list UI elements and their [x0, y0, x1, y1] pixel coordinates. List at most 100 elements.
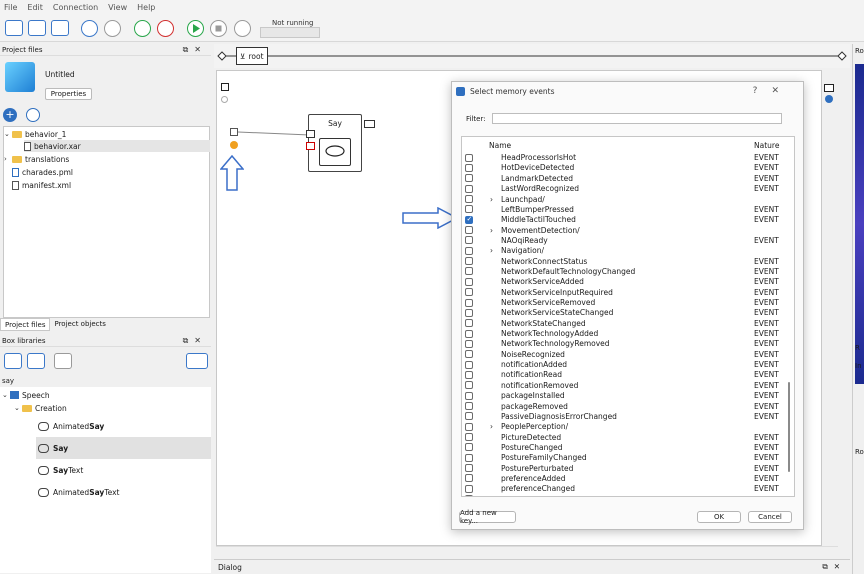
- chevron-right-icon[interactable]: ›: [490, 422, 493, 431]
- list-item[interactable]: packageRemoved EVENT: [462, 401, 794, 411]
- checkbox[interactable]: [465, 236, 473, 245]
- say-box-output-icon[interactable]: [364, 120, 375, 128]
- list-item[interactable]: PostureFamilyChanged EVENT: [462, 453, 794, 463]
- undo-icon[interactable]: [81, 20, 98, 37]
- checkbox[interactable]: [465, 277, 473, 286]
- list-scrollbar-thumb[interactable]: [788, 382, 790, 472]
- list-item[interactable]: NetworkTechnologyRemoved EVENT: [462, 339, 794, 349]
- tree-item-behavior-xar[interactable]: behavior.xar: [24, 140, 210, 152]
- tree-item-translations[interactable]: › translations: [4, 153, 69, 165]
- list-item[interactable]: LeftBumperPressed EVENT: [462, 204, 794, 214]
- checkbox[interactable]: [465, 339, 473, 348]
- checkbox-checked[interactable]: [465, 215, 473, 224]
- checkbox[interactable]: [465, 195, 473, 204]
- checkbox[interactable]: [465, 443, 473, 452]
- tab-project-objects[interactable]: Project objects: [50, 318, 109, 331]
- checkbox[interactable]: [465, 402, 473, 411]
- list-item[interactable]: notificationRemoved EVENT: [462, 380, 794, 390]
- list-item[interactable]: HotDeviceDetected EVENT: [462, 163, 794, 173]
- checkbox[interactable]: [465, 464, 473, 473]
- new-project-icon[interactable]: [5, 20, 23, 36]
- checkbox[interactable]: [465, 174, 473, 183]
- menu-file[interactable]: File: [4, 3, 17, 12]
- panel-float-close-icon[interactable]: ⧉✕: [183, 45, 211, 55]
- add-output-icon[interactable]: [825, 95, 833, 103]
- checkbox[interactable]: [465, 474, 473, 483]
- checkbox[interactable]: [465, 422, 473, 431]
- warning-icon[interactable]: [234, 20, 251, 37]
- list-item[interactable]: NetworkConnectStatus EVENT: [462, 256, 794, 266]
- vertical-scrollbar[interactable]: [842, 70, 850, 546]
- open-project-icon[interactable]: [28, 20, 46, 36]
- checkbox[interactable]: [465, 412, 473, 421]
- add-icon[interactable]: +: [3, 108, 17, 122]
- library-item-animated-say[interactable]: Animated Say: [38, 418, 104, 434]
- menu-help[interactable]: Help: [137, 3, 155, 12]
- ok-button[interactable]: OK: [697, 511, 741, 523]
- checkbox[interactable]: [465, 163, 473, 172]
- chevron-right-icon[interactable]: ›: [490, 246, 493, 255]
- checkbox[interactable]: [465, 350, 473, 359]
- library-item-say-text[interactable]: Say Text: [38, 462, 83, 478]
- breadcrumb-root[interactable]: ⊻ root: [236, 47, 268, 65]
- list-item[interactable]: LastWordRecognized EVENT: [462, 184, 794, 194]
- menu-connection[interactable]: Connection: [53, 3, 98, 12]
- list-item[interactable]: MiddleTactilTouched EVENT: [462, 215, 794, 225]
- stop-icon[interactable]: [210, 20, 227, 37]
- checkbox[interactable]: [465, 391, 473, 400]
- checkbox[interactable]: [465, 267, 473, 276]
- horizontal-scrollbar[interactable]: [216, 546, 838, 556]
- list-item[interactable]: packageInstalled EVENT: [462, 391, 794, 401]
- list-item[interactable]: PostureChanged EVENT: [462, 442, 794, 452]
- chevron-right-icon[interactable]: ›: [4, 155, 12, 163]
- save-project-icon[interactable]: [51, 20, 69, 36]
- list-item[interactable]: NetworkServiceRemoved EVENT: [462, 297, 794, 307]
- checkbox[interactable]: [465, 319, 473, 328]
- list-item[interactable]: NetworkServiceStateChanged EVENT: [462, 308, 794, 318]
- tab-project-files[interactable]: Project files: [0, 318, 51, 331]
- disconnect-icon[interactable]: [157, 20, 174, 37]
- list-item[interactable]: HeadProcessorIsHot EVENT: [462, 153, 794, 163]
- delete-icon[interactable]: [26, 108, 40, 122]
- add-input-icon[interactable]: [230, 141, 238, 149]
- list-item[interactable]: NetworkTechnologyAdded EVENT: [462, 328, 794, 338]
- menu-edit[interactable]: Edit: [27, 3, 43, 12]
- chevron-right-icon[interactable]: ›: [490, 195, 493, 204]
- panel-float-close-icon[interactable]: ⧉✕: [822, 562, 846, 572]
- checkbox[interactable]: [465, 184, 473, 193]
- filter-input[interactable]: [491, 113, 782, 124]
- checkbox[interactable]: [465, 495, 473, 496]
- cancel-button[interactable]: Cancel: [748, 511, 792, 523]
- tree-item-behavior-1[interactable]: ⌄ behavior_1: [4, 128, 66, 140]
- tree-item-charades-pml[interactable]: charades.pml: [12, 166, 73, 178]
- panel-float-close-icon[interactable]: ⧉✕: [183, 336, 211, 346]
- checkbox[interactable]: [465, 370, 473, 379]
- library-item-animated-say-text[interactable]: Animated Say Text: [38, 484, 119, 500]
- column-header-name[interactable]: Name: [489, 141, 511, 150]
- list-item[interactable]: LandmarkDetected EVENT: [462, 173, 794, 183]
- checkbox[interactable]: [465, 153, 473, 162]
- list-item[interactable]: NAOqiReady EVENT: [462, 235, 794, 245]
- checkbox[interactable]: [465, 308, 473, 317]
- list-item[interactable]: NetworkDefaultTechnologyChanged EVENT: [462, 266, 794, 276]
- list-item-folder[interactable]: › PeoplePerception/: [462, 422, 794, 432]
- help-icon[interactable]: ?: [753, 86, 772, 96]
- list-item[interactable]: PassiveDiagnosisErrorChanged EVENT: [462, 411, 794, 421]
- onstopped-output-icon[interactable]: [824, 84, 834, 92]
- list-item-folder[interactable]: › Navigation/: [462, 246, 794, 256]
- checkbox[interactable]: [465, 433, 473, 442]
- list-item[interactable]: notificationAdded EVENT: [462, 360, 794, 370]
- add-new-key-button[interactable]: Add a new key...: [459, 509, 516, 525]
- checkbox[interactable]: [465, 288, 473, 297]
- list-item[interactable]: preferenceDomainRemoved EVENT: [462, 494, 794, 496]
- list-item[interactable]: preferenceAdded EVENT: [462, 473, 794, 483]
- input-event-icon[interactable]: [230, 128, 238, 136]
- library-search-input[interactable]: say: [0, 377, 211, 387]
- library-options-icon[interactable]: [54, 353, 72, 369]
- list-item[interactable]: NetworkServiceInputRequired EVENT: [462, 287, 794, 297]
- library-search-toggle-icon[interactable]: [186, 353, 208, 369]
- redo-icon[interactable]: [104, 20, 121, 37]
- checkbox[interactable]: [465, 453, 473, 462]
- properties-button[interactable]: Properties: [45, 88, 92, 100]
- library-view-icon[interactable]: [4, 353, 22, 369]
